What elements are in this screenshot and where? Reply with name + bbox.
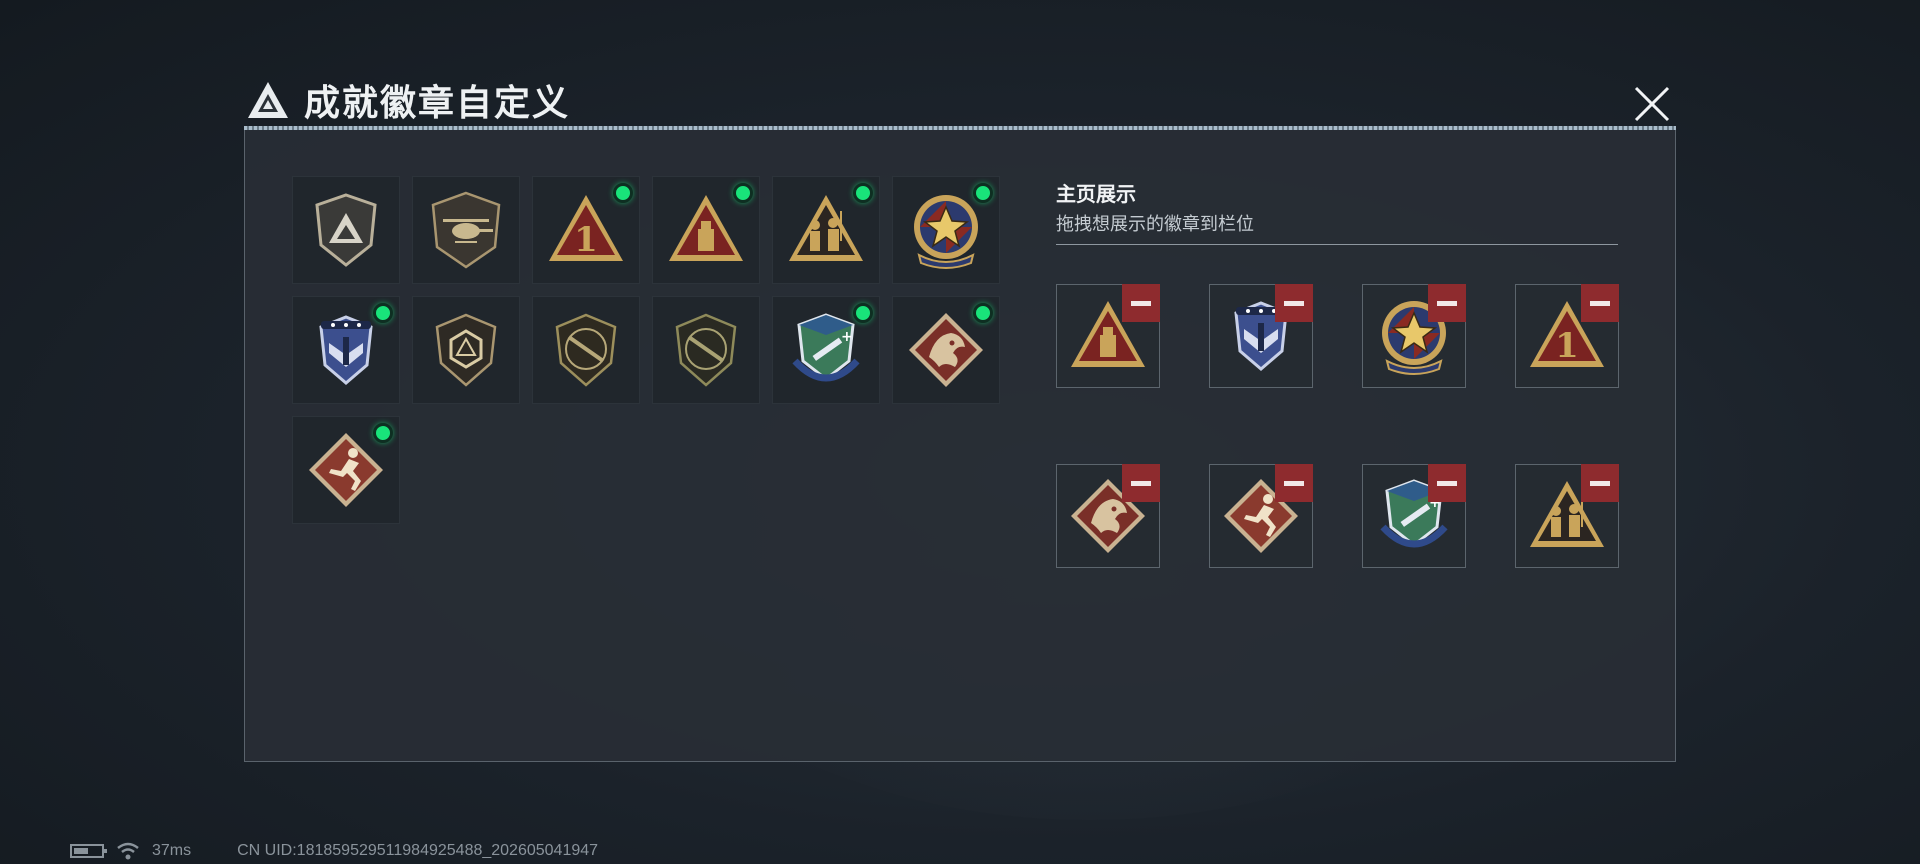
new-indicator-dot (853, 303, 873, 323)
remove-badge-button[interactable] (1275, 464, 1313, 502)
svg-text:1: 1 (574, 220, 598, 260)
inventory-badge-11[interactable]: + (772, 296, 880, 404)
inventory-badge-8[interactable] (412, 296, 520, 404)
new-indicator-dot (973, 183, 993, 203)
badge-inventory-grid: 1 + (292, 176, 1000, 524)
new-indicator-dot (733, 183, 753, 203)
showcase-slot-8[interactable] (1515, 464, 1619, 568)
inventory-badge-5[interactable] (772, 176, 880, 284)
minus-icon (1131, 300, 1151, 306)
showcase-slot-1[interactable] (1056, 284, 1160, 388)
shield-d20-badge-icon (435, 313, 497, 387)
helicopter-badge-icon (431, 191, 501, 269)
inventory-badge-6[interactable] (892, 176, 1000, 284)
shield-logo-badge-icon (315, 193, 377, 267)
showcase-slot-5[interactable] (1056, 464, 1160, 568)
remove-badge-button[interactable] (1428, 464, 1466, 502)
inventory-badge-10[interactable] (652, 296, 760, 404)
new-indicator-dot (973, 303, 993, 323)
minus-icon (1437, 480, 1457, 486)
svg-text:1: 1 (1555, 326, 1579, 366)
remove-badge-button[interactable] (1122, 284, 1160, 322)
minus-icon (1590, 480, 1610, 486)
inventory-badge-13[interactable] (292, 416, 400, 524)
game-logo-icon (248, 82, 288, 118)
uid-text: CN UID:18185952951198492548​8_2026050419… (237, 842, 599, 859)
minus-icon (1284, 480, 1304, 486)
inventory-badge-2[interactable] (412, 176, 520, 284)
showcase-slot-2[interactable] (1209, 284, 1313, 388)
shield-rifle-badge-2-icon (675, 313, 737, 387)
remove-badge-button[interactable] (1275, 284, 1313, 322)
green-crest-badge-icon: + (792, 313, 860, 382)
remove-badge-button[interactable] (1581, 464, 1619, 502)
svg-text:+: + (841, 329, 853, 345)
minus-icon (1437, 300, 1457, 306)
ping-text: 37ms (152, 842, 192, 859)
showcase-slot-4[interactable]: 1 (1515, 284, 1619, 388)
showcase-divider (1056, 244, 1618, 245)
blue-wing-shield-badge-icon (319, 315, 373, 385)
battery-icon (70, 844, 107, 858)
runner-diamond-badge-icon (309, 433, 383, 507)
showcase-title: 主页展示 (1056, 182, 1136, 206)
window-header: 成就徽章自定义 (246, 74, 570, 126)
inventory-badge-4[interactable] (652, 176, 760, 284)
new-indicator-dot (613, 183, 633, 203)
showcase-slot-7[interactable]: + (1362, 464, 1466, 568)
status-bar: 37ms CN UID:18185952951198492548​8_20260… (70, 842, 598, 860)
shield-rifle-badge-icon (555, 313, 617, 387)
inventory-badge-7[interactable] (292, 296, 400, 404)
remove-badge-button[interactable] (1428, 284, 1466, 322)
remove-badge-button[interactable] (1122, 464, 1160, 502)
minus-icon (1590, 300, 1610, 306)
inventory-badge-1[interactable] (292, 176, 400, 284)
showcase-subtitle: 拖拽想展示的徽章到栏位 (1056, 214, 1254, 235)
remove-badge-button[interactable] (1581, 284, 1619, 322)
minus-icon (1284, 300, 1304, 306)
showcase-slot-3[interactable] (1362, 284, 1466, 388)
inventory-badge-3[interactable]: 1 (532, 176, 640, 284)
showcase-slots: 1 + (1056, 284, 1619, 568)
inventory-badge-9[interactable] (532, 296, 640, 404)
dragon-diamond-badge-icon (909, 313, 983, 387)
showcase-slot-6[interactable] (1209, 464, 1313, 568)
inventory-badge-12[interactable] (892, 296, 1000, 404)
wifi-icon (117, 842, 139, 860)
new-indicator-dot (373, 423, 393, 443)
page-title: 成就徽章自定义 (304, 83, 571, 124)
close-icon (1634, 86, 1670, 122)
close-button[interactable] (1628, 80, 1676, 128)
new-indicator-dot (853, 183, 873, 203)
panel-top-border (244, 126, 1676, 130)
new-indicator-dot (373, 303, 393, 323)
star-emblem-badge-icon (914, 195, 978, 269)
triangle-soldiers-badge-icon (789, 195, 863, 261)
minus-icon (1131, 480, 1151, 486)
triangle-drive-badge-icon (669, 195, 743, 261)
triangle-one-badge-icon: 1 (549, 195, 623, 261)
